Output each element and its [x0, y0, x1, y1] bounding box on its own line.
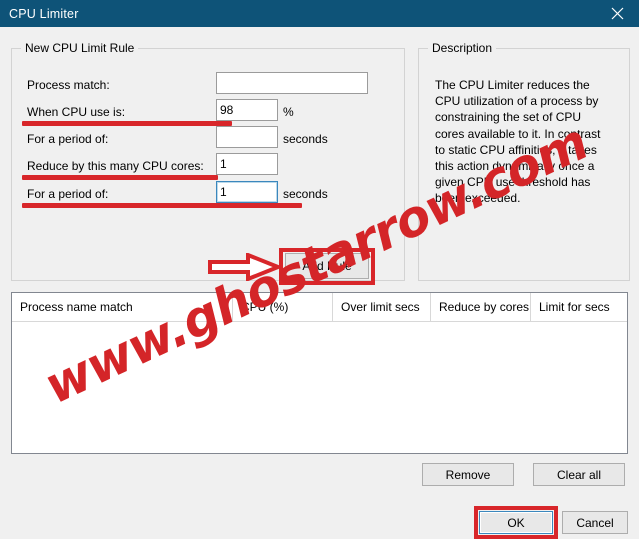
clear-all-button-label: Clear all: [556, 467, 601, 482]
add-rule-button-label: Add Rule: [302, 259, 352, 273]
unit-cpu-use: %: [283, 105, 294, 119]
annotation-underline-reduce-cores: [22, 175, 218, 180]
close-icon[interactable]: [595, 0, 639, 27]
cancel-button[interactable]: Cancel: [562, 511, 628, 534]
label-limit-period: For a period of:: [27, 187, 109, 201]
cpu-use-input[interactable]: [216, 99, 278, 121]
process-match-input[interactable]: [216, 72, 368, 94]
listview-header-row: Process name match CPU (%) Over limit se…: [12, 293, 627, 322]
column-header-reduce-by-cores[interactable]: Reduce by cores: [430, 293, 530, 321]
window-titlebar: CPU Limiter: [0, 0, 639, 27]
label-cpu-period: For a period of:: [27, 132, 109, 146]
annotation-underline-limit-period: [22, 203, 302, 208]
column-header-process-name-match[interactable]: Process name match: [12, 293, 232, 321]
add-rule-button[interactable]: Add Rule: [285, 253, 369, 279]
ok-button-label: OK: [507, 515, 525, 530]
ok-button[interactable]: OK: [479, 511, 553, 534]
unit-cpu-period: seconds: [283, 132, 328, 146]
reduce-cores-input[interactable]: [216, 153, 278, 175]
column-header-cpu-percent[interactable]: CPU (%): [232, 293, 332, 321]
limit-period-input[interactable]: [216, 181, 278, 203]
description-text: The CPU Limiter reduces the CPU utilizat…: [435, 78, 601, 206]
rules-listview[interactable]: Process name match CPU (%) Over limit se…: [11, 292, 628, 454]
unit-limit-period: seconds: [283, 187, 328, 201]
annotation-underline-cpu-use: [22, 121, 232, 126]
clear-all-button[interactable]: Clear all: [533, 463, 625, 486]
label-when-cpu-use-is: When CPU use is:: [27, 105, 126, 119]
label-process-match: Process match:: [27, 78, 110, 92]
label-reduce-cores: Reduce by this many CPU cores:: [27, 159, 204, 173]
window-title: CPU Limiter: [9, 6, 79, 21]
group-description-legend: Description: [428, 41, 497, 55]
cpu-period-input[interactable]: [216, 126, 278, 148]
group-new-rule-legend: New CPU Limit Rule: [21, 41, 139, 55]
column-header-over-limit-secs[interactable]: Over limit secs: [332, 293, 430, 321]
column-header-limit-for-secs[interactable]: Limit for secs: [530, 293, 627, 321]
remove-button[interactable]: Remove: [422, 463, 514, 486]
cancel-button-label: Cancel: [576, 515, 614, 530]
remove-button-label: Remove: [445, 467, 491, 482]
dialog-body: New CPU Limit Rule Process match: When C…: [0, 27, 639, 539]
group-description: Description The CPU Limiter reduces the …: [418, 41, 630, 281]
